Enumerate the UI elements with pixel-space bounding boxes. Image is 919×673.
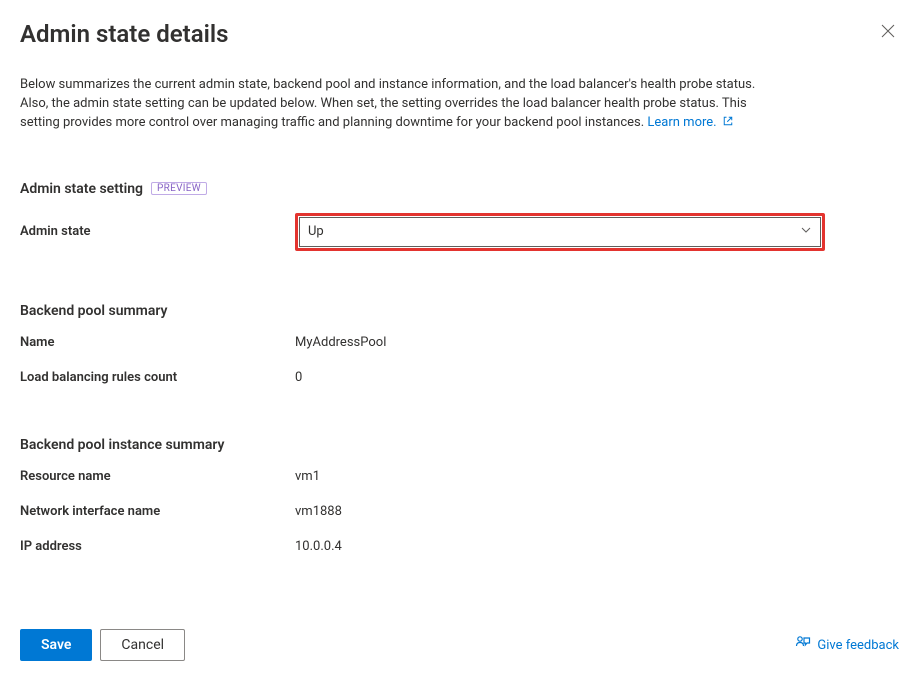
preview-badge: PREVIEW bbox=[151, 182, 207, 195]
footer-buttons: Save Cancel bbox=[20, 629, 185, 661]
ip-row: IP address 10.0.0.4 bbox=[20, 539, 899, 554]
lb-rules-row: Load balancing rules count 0 bbox=[20, 370, 899, 385]
pool-name-row: Name MyAddressPool bbox=[20, 335, 899, 350]
cancel-button[interactable]: Cancel bbox=[100, 629, 185, 661]
lb-rules-label: Load balancing rules count bbox=[20, 370, 295, 385]
close-button[interactable] bbox=[877, 20, 899, 45]
admin-state-label: Admin state bbox=[20, 224, 295, 239]
give-feedback-link[interactable]: Give feedback bbox=[795, 635, 899, 655]
ip-value: 10.0.0.4 bbox=[295, 539, 342, 554]
admin-state-value: Up bbox=[308, 224, 324, 239]
description-text: Below summarizes the current admin state… bbox=[20, 76, 780, 133]
footer: Save Cancel Give feedback bbox=[20, 629, 899, 661]
admin-state-heading-text: Admin state setting bbox=[20, 181, 143, 197]
pool-name-value: MyAddressPool bbox=[295, 335, 386, 350]
nic-value: vm1888 bbox=[295, 504, 342, 519]
resource-name-row: Resource name vm1 bbox=[20, 469, 899, 484]
admin-state-row: Admin state Up bbox=[20, 213, 899, 251]
backend-pool-instance-heading: Backend pool instance summary bbox=[20, 437, 899, 453]
admin-state-dropdown[interactable]: Up bbox=[299, 217, 821, 247]
close-icon bbox=[881, 26, 895, 41]
resource-name-label: Resource name bbox=[20, 469, 295, 484]
save-button[interactable]: Save bbox=[20, 629, 92, 661]
external-link-icon bbox=[720, 115, 734, 130]
lb-rules-value: 0 bbox=[295, 370, 302, 385]
learn-more-label: Learn more. bbox=[647, 115, 716, 130]
nic-row: Network interface name vm1888 bbox=[20, 504, 899, 519]
header-row: Admin state details bbox=[20, 20, 899, 48]
learn-more-link[interactable]: Learn more. bbox=[647, 115, 733, 130]
admin-state-dropdown-highlight: Up bbox=[295, 213, 825, 251]
page-title: Admin state details bbox=[20, 20, 228, 48]
feedback-label: Give feedback bbox=[817, 638, 899, 653]
description-body: Below summarizes the current admin state… bbox=[20, 77, 755, 130]
feedback-icon bbox=[795, 635, 811, 655]
resource-name-value: vm1 bbox=[295, 469, 320, 484]
nic-label: Network interface name bbox=[20, 504, 295, 519]
backend-pool-summary-heading: Backend pool summary bbox=[20, 303, 899, 319]
admin-state-section-heading: Admin state setting PREVIEW bbox=[20, 181, 899, 197]
ip-label: IP address bbox=[20, 539, 295, 554]
pool-name-label: Name bbox=[20, 335, 295, 350]
chevron-down-icon bbox=[800, 224, 812, 240]
